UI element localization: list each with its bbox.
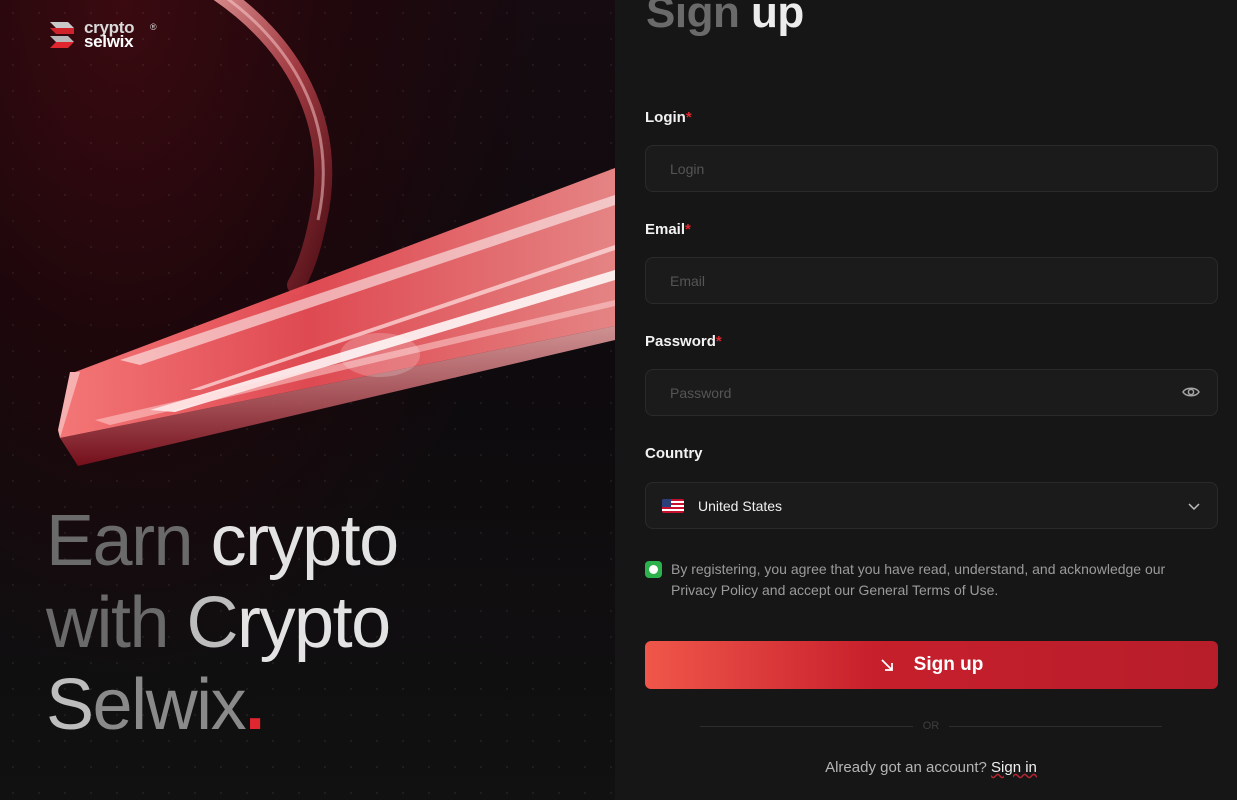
hero-panel: crypto selwix ® Earn crypto with Crypto … [0,0,615,800]
headline-line-1: Earn crypto [46,501,399,581]
signup-page: crypto selwix ® Earn crypto with Crypto … [0,0,1237,800]
email-input[interactable] [645,257,1218,304]
terms-checkbox[interactable] [645,561,662,578]
glass-bar-illustration [58,0,615,466]
password-input[interactable] [645,369,1218,416]
us-flag-icon [662,498,684,513]
sign-in-link[interactable]: Sign in [991,759,1037,776]
headline-line-3: Selwix. [46,665,265,745]
terms-consent: By registering, you agree that you have … [645,559,1205,601]
required-marker: * [685,221,691,238]
hero-headline: Earn crypto with Crypto Selwix. [46,500,606,746]
required-marker: * [715,333,722,350]
password-label: Password* [645,333,722,350]
headline-line-2: with Crypto [46,583,391,663]
brand-line-2: selwix [84,32,134,51]
country-label: Country [645,445,703,462]
brand-logo[interactable]: crypto selwix ® [46,18,157,52]
email-label: Email* [645,221,691,238]
country-select[interactable]: United States [645,482,1218,529]
sign-up-button[interactable]: Sign up [645,641,1218,689]
selwix-logo-icon [50,22,74,48]
brand-wordmark: crypto selwix [84,19,134,51]
country-value: United States [698,497,783,514]
required-marker: * [685,109,692,126]
terms-text: By registering, you agree that you have … [671,561,1166,598]
page-title: Sign up [646,0,804,37]
chevron-down-icon [1188,502,1200,510]
sign-in-prompt: Already got an account? Sign in [825,759,1037,776]
arrow-down-right-icon [881,659,893,671]
or-divider: OR [700,718,1162,734]
login-label: Login* [645,109,692,126]
sign-up-button-label: Sign up [913,654,984,675]
show-password-eye-icon[interactable] [1181,382,1201,402]
accent-dot: . [245,665,265,745]
login-input[interactable] [645,145,1218,192]
registered-mark: ® [150,22,157,32]
